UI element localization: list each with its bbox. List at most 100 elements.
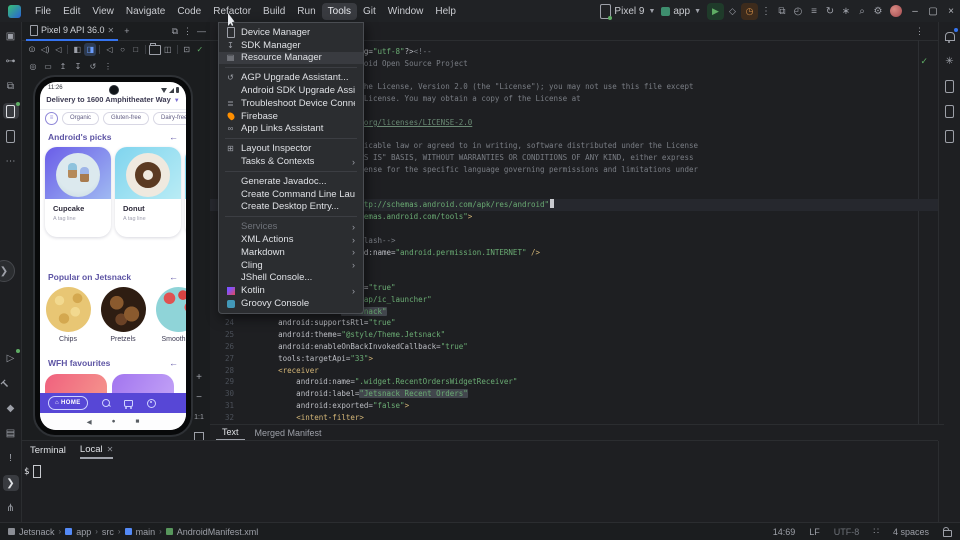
code-line[interactable]: 32 <intent-filter> — [210, 412, 938, 424]
menu-tools[interactable]: Tools — [322, 3, 357, 20]
sync-icon[interactable]: ↻ — [822, 6, 838, 17]
tools-menu-groovy-console[interactable]: Groovy Console — [219, 297, 363, 310]
code-line[interactable]: 29 android:name=".widget.RecentOrdersWid… — [210, 376, 938, 388]
tools-menu-firebase[interactable]: Firebase — [219, 110, 363, 123]
menu-file[interactable]: File — [29, 3, 57, 20]
more-emulator-icon[interactable]: ⋮ — [101, 60, 115, 73]
upload-icon[interactable]: ↥ — [56, 60, 70, 73]
problems-icon[interactable]: ! — [3, 450, 19, 466]
panel-options-icon[interactable]: ⋮ — [183, 26, 192, 37]
popular-snack-smoothies[interactable] — [156, 287, 187, 332]
menu-git[interactable]: Git — [357, 3, 382, 20]
snack-card-cupcake[interactable]: CupcakeA tag line — [45, 147, 111, 237]
filter-chip-organic[interactable]: Organic — [62, 112, 99, 125]
menu-help[interactable]: Help — [429, 3, 462, 20]
add-device-tab-button[interactable]: + — [124, 26, 129, 36]
device-streaming-icon[interactable]: ⧉ — [774, 6, 790, 17]
more-tools-icon[interactable]: ⋯ — [3, 153, 19, 169]
tools-menu-markdown[interactable]: Markdown› — [219, 246, 363, 259]
tools-menu-kotlin[interactable]: Kotlin› — [219, 284, 363, 297]
record-icon[interactable]: ▭ — [41, 60, 55, 73]
editor-tab-merged-manifest[interactable]: Merged Manifest — [249, 425, 328, 441]
android-home-button[interactable]: ● — [112, 418, 116, 425]
editor-tab-text[interactable]: Text — [216, 425, 245, 441]
menu-view[interactable]: View — [86, 3, 120, 20]
arrow-icon[interactable]: ← — [169, 132, 178, 142]
notifications-icon[interactable] — [942, 28, 958, 44]
debug-button[interactable]: ◇ — [724, 3, 741, 20]
commit-icon[interactable]: ⊶ — [3, 53, 19, 69]
tools-menu-device-manager[interactable]: Device Manager — [219, 26, 363, 39]
rotate-left-icon[interactable]: ◧ — [71, 43, 83, 56]
device-explorer-icon[interactable] — [942, 78, 958, 94]
minimize-button[interactable]: – — [908, 6, 922, 17]
device-manager-icon[interactable] — [3, 128, 19, 144]
breadcrumb-main[interactable]: main — [125, 527, 156, 537]
wear-buttons-icon[interactable]: ◫ — [162, 43, 174, 56]
zoom-in-button[interactable]: + — [192, 370, 206, 384]
device-manager2-icon[interactable] — [942, 103, 958, 119]
close-button[interactable]: × — [944, 6, 958, 17]
avatar[interactable] — [890, 5, 902, 17]
tools-menu-generate-javadoc[interactable]: Generate Javadoc... — [219, 175, 363, 188]
build-icon[interactable]: T — [0, 372, 22, 395]
run-button[interactable]: ▶ — [707, 3, 724, 20]
breadcrumb-androidmanifest-xml[interactable]: AndroidManifest.xml — [166, 527, 259, 537]
project-icon[interactable]: ▣ — [3, 28, 19, 44]
hide-panel-icon[interactable]: — — [197, 26, 206, 37]
tools-menu-sdk-manager[interactable]: ↧SDK Manager — [219, 39, 363, 52]
popular-snack-chips[interactable] — [46, 287, 91, 332]
android-overview-button[interactable]: ■ — [136, 418, 140, 425]
tools-menu-cling[interactable]: Cling› — [219, 259, 363, 272]
gemini-icon[interactable]: ✳ — [942, 53, 958, 69]
breadcrumb-app[interactable]: app — [65, 527, 91, 537]
tools-menu-create-command-line-launcher[interactable]: Create Command Line Launcher... — [219, 188, 363, 201]
delivery-selector[interactable]: Delivery to 1600 Amphitheater Way▼ — [40, 95, 186, 104]
code-line[interactable]: 27 tools:targetApi="33"> — [210, 353, 938, 365]
menu-refactor[interactable]: Refactor — [207, 3, 257, 20]
breadcrumb-src[interactable]: src — [102, 527, 114, 537]
readonly-lock-icon[interactable] — [943, 530, 952, 537]
terminal-tab-local[interactable]: Local ✕ — [80, 441, 113, 459]
tools-menu-tasks-contexts[interactable]: Tasks & Contexts› — [219, 155, 363, 168]
terminal-toolwindow-icon[interactable]: ❯ — [3, 475, 19, 491]
device-ready-icon[interactable]: ✓ — [194, 43, 206, 56]
snack-card-clipped[interactable] — [185, 147, 186, 237]
tools-menu-resource-manager[interactable]: ▤Resource Manager — [219, 52, 363, 65]
code-line[interactable]: 24 android:supportsRtl="true" — [210, 317, 938, 329]
search-everywhere-icon[interactable]: ⌕ — [854, 6, 870, 17]
tools-menu-agp-upgrade-assistant[interactable]: ↺AGP Upgrade Assistant... — [219, 71, 363, 84]
menu-window[interactable]: Window — [382, 3, 430, 20]
filters-icon[interactable]: ≡ — [45, 112, 58, 125]
running-devices-icon[interactable] — [3, 103, 19, 119]
terminal-body[interactable]: $ — [22, 459, 938, 478]
settings-icon[interactable]: ⚙ — [870, 6, 886, 17]
tools-menu-jshell-console[interactable]: JShell Console... — [219, 272, 363, 285]
android-back-button[interactable]: ◀ — [87, 418, 92, 426]
tools-menu-troubleshoot-device-connections[interactable]: ≣Troubleshoot Device Connections — [219, 97, 363, 110]
encoding-widget[interactable]: UTF-8 — [834, 527, 860, 537]
running-devices2-icon[interactable] — [942, 128, 958, 144]
run-config-selector[interactable]: app ▼ — [661, 6, 701, 17]
arrow-icon[interactable]: ← — [169, 272, 178, 282]
arrow-icon[interactable]: ← — [169, 358, 178, 368]
home-icon[interactable]: ○ — [116, 43, 128, 56]
ai-assistant-icon[interactable]: ∗ — [838, 6, 854, 17]
filter-chip-dairy-free[interactable]: Dairy-free — [153, 112, 186, 125]
overview-icon[interactable]: □ — [130, 43, 142, 56]
power-icon[interactable]: ⏼ — [26, 43, 38, 56]
code-line[interactable]: 28 <receiver — [210, 365, 938, 377]
popular-snack-pretzels[interactable] — [101, 287, 146, 332]
zoom-out-button[interactable]: − — [192, 390, 206, 404]
tools-menu-xml-actions[interactable]: XML Actions› — [219, 233, 363, 246]
phone-screen[interactable]: 11:26 Delivery to 1600 Amphitheater Way▼… — [40, 82, 186, 430]
editor-options-icon[interactable]: ⋮ — [915, 26, 924, 37]
code-line[interactable]: 26 android:enableOnBackInvokedCallback="… — [210, 341, 938, 353]
breadcrumb-jetsnack[interactable]: Jetsnack — [8, 527, 55, 537]
menu-edit[interactable]: Edit — [57, 3, 86, 20]
profile-icon[interactable] — [147, 399, 156, 408]
run-toolwindow-icon[interactable]: ▷ — [3, 350, 19, 366]
more-run-options-icon[interactable]: ⋮ — [758, 6, 774, 17]
fold-icon[interactable] — [149, 43, 161, 56]
profiler-toolwindow-icon[interactable]: ◆ — [3, 400, 19, 416]
